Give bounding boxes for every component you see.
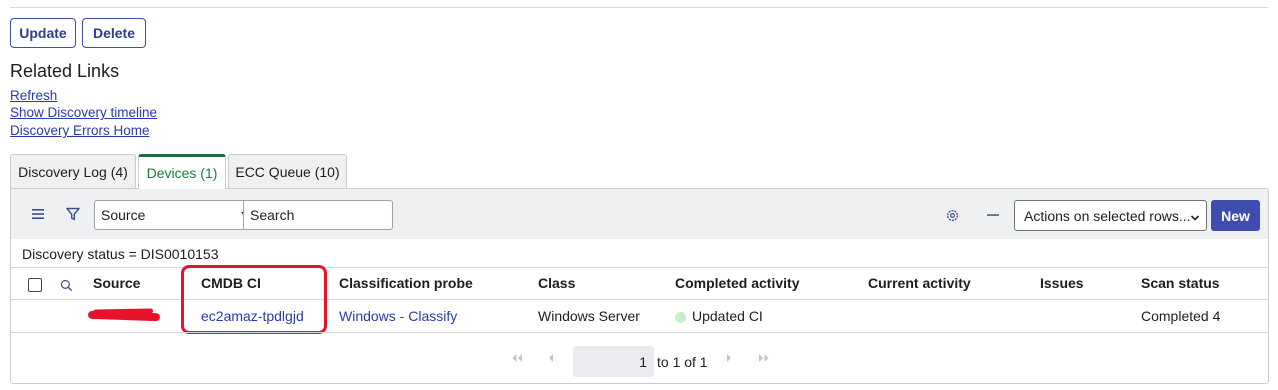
column-header-completed-activity[interactable]: Completed activity (675, 275, 799, 291)
tab-devices[interactable]: Devices (1) (138, 154, 226, 189)
show-discovery-timeline-link[interactable]: Show Discovery timeline (10, 105, 157, 120)
chevron-down-icon (1190, 210, 1200, 226)
last-page-icon[interactable] (757, 352, 771, 366)
annotation-highlight-box (181, 265, 327, 334)
select-all-checkbox[interactable] (28, 278, 42, 292)
tab-ecc-queue[interactable]: ECC Queue (10) (228, 154, 347, 188)
delete-button[interactable]: Delete (82, 18, 146, 48)
actions-select[interactable]: Actions on selected rows... (1014, 200, 1207, 231)
next-page-icon[interactable] (725, 352, 733, 366)
new-button[interactable]: New (1211, 200, 1260, 231)
column-header-scan-status[interactable]: Scan status (1141, 275, 1220, 291)
hamburger-menu-icon[interactable] (30, 206, 46, 222)
search-field-value: Source (101, 207, 146, 223)
tab-discovery-log[interactable]: Discovery Log (4) (10, 154, 136, 188)
column-header-current-activity[interactable]: Current activity (868, 275, 971, 291)
classification-probe-link[interactable]: Windows - Classify (339, 308, 457, 324)
status-dot-icon (675, 312, 686, 323)
search-field-select[interactable]: Source (94, 200, 254, 230)
update-button[interactable]: Update (10, 18, 76, 48)
current-page: 1 (639, 353, 647, 370)
refresh-link[interactable]: Refresh (10, 88, 57, 103)
column-header-classification-probe[interactable]: Classification probe (339, 275, 473, 291)
top-divider (10, 7, 1268, 8)
list-toolbar: Source Actions on selected rows... New (11, 189, 1268, 239)
column-header-class[interactable]: Class (538, 275, 575, 291)
collapse-icon[interactable] (985, 207, 1001, 223)
search-icon[interactable] (58, 277, 74, 293)
redaction-mark (92, 308, 154, 315)
search-input[interactable] (243, 200, 393, 230)
column-header-issues[interactable]: Issues (1040, 275, 1084, 291)
breadcrumb[interactable]: Discovery status = DIS0010153 (22, 246, 219, 262)
filter-icon[interactable] (65, 206, 81, 222)
completed-activity-cell: Updated CI (692, 308, 763, 324)
column-header-source[interactable]: Source (93, 275, 140, 291)
actions-select-value: Actions on selected rows... (1024, 207, 1191, 224)
discovery-errors-home-link[interactable]: Discovery Errors Home (10, 123, 150, 138)
page-range-text: to 1 of 1 (657, 354, 708, 370)
related-links-title: Related Links (10, 61, 120, 81)
devices-list-panel: Source Actions on selected rows... New D… (10, 188, 1269, 384)
scan-status-cell: Completed 4 (1141, 308, 1221, 324)
gear-icon[interactable] (944, 207, 960, 223)
row-divider (11, 332, 1268, 333)
page-number-input[interactable]: 1 (573, 346, 654, 377)
previous-page-icon[interactable] (547, 352, 555, 366)
first-page-icon[interactable] (510, 352, 524, 366)
class-cell: Windows Server (538, 308, 640, 324)
